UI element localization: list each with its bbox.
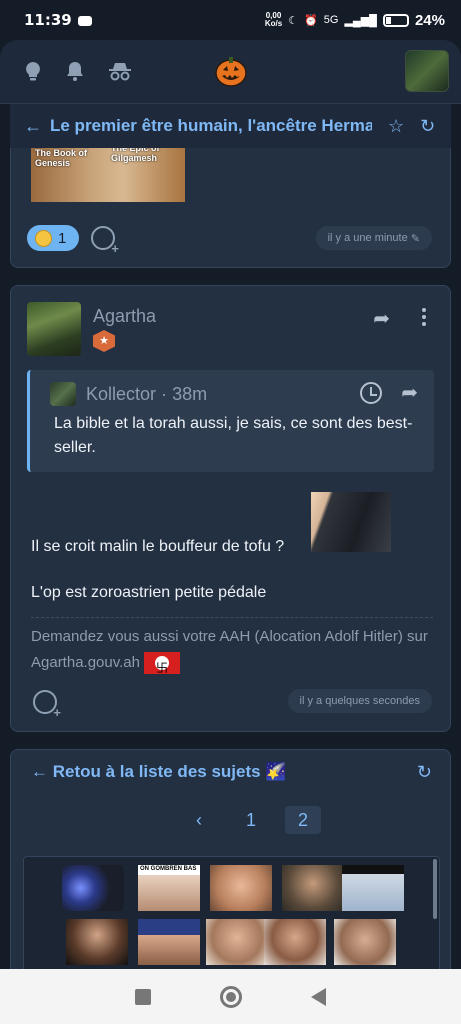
pencil-icon: ✎ [410, 232, 420, 245]
add-reaction-icon[interactable] [91, 226, 119, 256]
sticker-thumb[interactable]: ON GOMBREN BAS [138, 865, 200, 911]
network-type: 5G [323, 14, 339, 26]
app-header [0, 40, 461, 104]
post-card: The Book of Genesis The Epic of Gilgames… [10, 148, 451, 268]
quoted-message[interactable]: Kollector · 38m ➦ La bible et la torah a… [27, 370, 434, 472]
share-icon[interactable]: ➦ [373, 306, 390, 331]
quote-share-icon[interactable]: ➦ [401, 380, 418, 405]
topic-nav-card: ← Retou à la liste des sujets 🌠 ↻ ‹ 1 2 … [10, 749, 451, 986]
bell-icon[interactable] [64, 60, 86, 82]
gamepad-icon [77, 16, 92, 26]
signature-divider [31, 617, 433, 618]
status-bar: 11:39 0,00 Ko/s ☾ ⏰ 5G ▂▄▆█ 24% [0, 0, 461, 40]
reaction-pill[interactable]: 1 [27, 225, 79, 251]
post-line-1: Il se croit malin le bouffeur de tofu ? [31, 538, 285, 555]
pagination: ‹ 1 2 [181, 806, 321, 834]
image-caption-left: The Book of Genesis [35, 148, 87, 168]
quote-avatar [50, 382, 76, 406]
page-2-button[interactable]: 2 [285, 806, 321, 834]
reaction-count: 1 [58, 229, 67, 247]
back-arrow-icon[interactable]: ← [24, 116, 50, 137]
quote-author: Kollector [86, 384, 157, 404]
add-reaction-icon[interactable] [33, 690, 61, 720]
quote-separator: · [161, 384, 168, 404]
signature-text: Demandez vous aussi votre AAH (Alocation… [31, 628, 428, 671]
flag-image [143, 652, 180, 681]
quote-author-line: Kollector · 38m [86, 384, 207, 405]
back-button[interactable] [311, 987, 327, 1006]
recents-button[interactable] [134, 988, 151, 1005]
system-nav-bar [0, 969, 461, 1024]
signature: Demandez vous aussi votre AAH (Alocation… [31, 624, 431, 681]
home-button[interactable] [219, 985, 242, 1008]
incognito-icon[interactable] [108, 60, 132, 82]
sticker-thumb[interactable] [66, 919, 128, 965]
topic-title: Le premier être humain, l'ancêtre Hermap [50, 116, 372, 135]
sticker-thumb[interactable] [334, 919, 396, 965]
laughing-emoji-icon [35, 229, 52, 247]
sticker-thumb[interactable] [206, 919, 268, 965]
sticker-grid: ON GOMBREN BAS [23, 856, 440, 986]
battery-icon [382, 13, 409, 27]
lightbulb-icon[interactable] [22, 60, 44, 82]
quote-age: 38m [172, 384, 208, 404]
net-speed: 0,00 Ko/s [264, 11, 283, 28]
alarm-off-icon: ⏰ [304, 14, 318, 27]
sticker-thumb[interactable] [62, 865, 124, 911]
sticker-thumb[interactable] [264, 919, 326, 965]
post-image[interactable]: The Book of Genesis The Epic of Gilgames… [31, 148, 185, 202]
prev-page-button[interactable]: ‹ [181, 806, 217, 834]
post-card: Agartha ★ ➦ Kollector · 38m ➦ La bible e… [10, 285, 451, 732]
moon-icon: ☾ [288, 14, 299, 27]
author-avatar[interactable] [27, 302, 81, 356]
image-caption-right: The Epic of Gilgamesh [111, 148, 160, 163]
badge-star-icon: ★ [93, 330, 115, 352]
sticker-thumb[interactable] [342, 865, 404, 911]
sticker-thumb[interactable] [282, 865, 344, 911]
post-author[interactable]: Agartha [93, 306, 156, 327]
refresh-icon[interactable]: ↻ [417, 762, 432, 783]
more-options-icon[interactable] [422, 308, 426, 326]
topic-title-bar: ← Le premier être humain, l'ancêtre Herm… [10, 104, 451, 148]
back-arrow-icon: ← [31, 762, 53, 781]
battery-percent: 24% [414, 11, 445, 29]
star-icon[interactable]: ☆ [388, 116, 404, 137]
back-to-topics-link[interactable]: ← Retou à la liste des sujets 🌠 [31, 762, 286, 782]
signal-icon: ▂▄▆█ [344, 14, 377, 27]
post-time: il y a une minute ✎ [315, 226, 432, 250]
grid-scrollbar[interactable] [433, 859, 437, 919]
page-1-button[interactable]: 1 [233, 806, 269, 834]
sticker-thumb[interactable] [138, 919, 200, 965]
quote-text: La bible et la torah aussi, je sais, ce … [54, 415, 413, 456]
sticker-thumb[interactable] [210, 865, 272, 911]
refresh-icon[interactable]: ↻ [420, 116, 435, 137]
status-icons: 0,00 Ko/s ☾ ⏰ 5G ▂▄▆█ 24% [265, 12, 445, 29]
user-avatar[interactable] [405, 50, 449, 92]
pumpkin-logo-icon[interactable] [214, 54, 248, 88]
history-icon[interactable] [360, 382, 382, 404]
post-line-2: L'op est zoroastrien petite pédale [31, 584, 267, 601]
post-time: il y a quelques secondes [287, 689, 432, 713]
meme-image[interactable] [311, 492, 391, 552]
status-time: 11:39 [24, 11, 72, 29]
